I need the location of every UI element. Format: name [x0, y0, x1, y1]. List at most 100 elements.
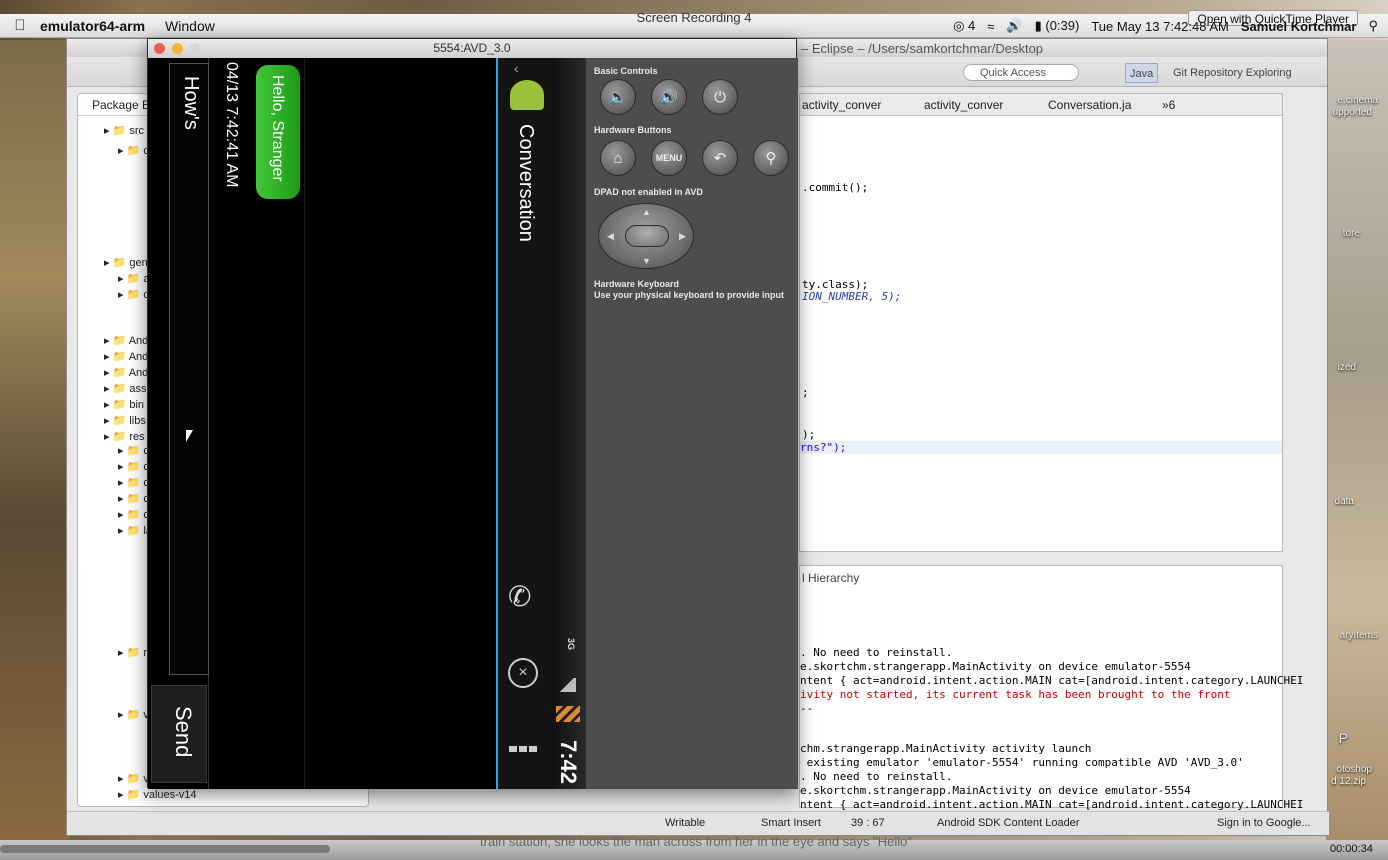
overflow-menu-icon[interactable] [509, 746, 537, 752]
back-button[interactable]: ↶ [702, 140, 738, 176]
status-clock: 7:42 [556, 740, 581, 785]
console-tab-title[interactable]: l Hierarchy [802, 571, 859, 585]
divider [304, 58, 305, 789]
editor-tab[interactable]: activity_conver [802, 98, 881, 112]
code-line[interactable]: .commit(); [802, 181, 868, 194]
quick-access-input[interactable]: Quick Access [963, 64, 1079, 81]
dpad-label: DPAD not enabled in AVD [594, 187, 703, 197]
console-line: ntent { act=android.intent.action.MAIN c… [800, 798, 1304, 811]
desktop-icon-label[interactable]: otoshop [1336, 764, 1372, 775]
perspective-git-button[interactable]: Git Repository Exploring [1173, 63, 1292, 83]
console-line: . No need to reinstall. [800, 770, 953, 783]
code-line[interactable]: ); [802, 428, 815, 441]
emulator-title-bar: 5554:AVD_3.0 [148, 39, 796, 58]
editor-tab[interactable]: Conversation.ja [1048, 98, 1131, 112]
tree-item[interactable]: ▸ 📁 v [118, 772, 149, 785]
android-screen: 7:42 3G ‹ Conversation ✆ × Hello, Strang… [148, 58, 586, 789]
code-line-current[interactable]: rns?"); [800, 441, 1282, 454]
clear-target-icon[interactable]: × [508, 658, 538, 688]
editor-tab[interactable]: activity_conver [924, 98, 1003, 112]
tree-item[interactable]: ▸ 📁 d [118, 508, 149, 521]
message-text: Hello, Stranger [269, 75, 286, 182]
desktop-icon-label[interactable]: tore [1343, 228, 1360, 239]
desktop-icon-label[interactable]: upported [1333, 107, 1372, 118]
wifi-icon[interactable]: ≈ [987, 19, 994, 34]
code-line[interactable]: ION_NUMBER, 5); [802, 290, 901, 303]
tree-item[interactable]: ▸ 📁 res [104, 430, 145, 443]
more-tabs-button[interactable]: »6 [1162, 98, 1175, 112]
dpad-center-button[interactable] [625, 225, 669, 247]
tree-item[interactable]: ▸ 📁 src [104, 124, 144, 137]
tree-item[interactable]: ▸ 📁 v [118, 708, 149, 721]
mouse-cursor-icon [186, 430, 193, 442]
message-bubble[interactable]: Hello, Stranger [256, 65, 300, 199]
battery-icon [556, 706, 580, 722]
hardware-buttons-label: Hardware Buttons [594, 125, 672, 135]
tree-item[interactable]: ▸ 📁 libs [104, 414, 146, 427]
notification-badge-icon[interactable]: ◎ 4 [953, 18, 975, 34]
message-timestamp: 04/13 7:42:41 AM [223, 62, 240, 188]
tree-item[interactable]: ▸ 📁 bin [104, 398, 144, 411]
menu-button[interactable]: MENU [651, 140, 687, 176]
desktop-icon-label[interactable]: P [1339, 730, 1348, 746]
emulator-controls-panel: Basic Controls 🔈 🔊 ⏻ Hardware Buttons ⌂ … [586, 58, 798, 789]
hardware-keyboard-hint: Use your physical keyboard to provide in… [594, 290, 785, 300]
android-app-icon[interactable] [510, 80, 544, 110]
tree-item[interactable]: ▸ 📁 a [118, 272, 149, 285]
volume-down-button[interactable]: 🔈 [600, 79, 636, 115]
tree-item[interactable]: ▸ 📁 And [104, 366, 148, 379]
power-button[interactable]: ⏻ [702, 79, 738, 115]
android-status-bar: 7:42 3G [552, 58, 586, 789]
video-progress-bar[interactable] [0, 845, 330, 853]
tree-item[interactable]: ▸ 📁 c [118, 144, 149, 157]
tree-item[interactable]: ▸ 📁 d [118, 460, 149, 473]
search-button[interactable]: ⚲ [753, 140, 789, 176]
home-button[interactable]: ⌂ [600, 140, 636, 176]
dpad-control[interactable]: ▲ ▼ ◀ ▶ [598, 203, 694, 269]
datetime[interactable]: Tue May 13 7:42:48 AM [1091, 19, 1229, 34]
dpad-up-icon[interactable]: ▲ [642, 207, 651, 217]
volume-icon[interactable]: 🔊 [1006, 18, 1022, 34]
send-button[interactable]: Send [151, 685, 207, 783]
tree-item[interactable]: ▸ 📁 And [104, 350, 148, 363]
desktop-icon-label[interactable]: e.cinema [1337, 95, 1378, 106]
zoom-window-button[interactable] [190, 43, 201, 54]
tree-item[interactable]: ▸ 📁 c [118, 288, 149, 301]
sign-in-google-link[interactable]: Sign in to Google... [1217, 817, 1311, 829]
perspective-java-button[interactable]: Java [1125, 63, 1159, 83]
desktop-icon-label[interactable]: aryItems [1340, 630, 1378, 641]
spotlight-search-icon[interactable]: ⚲ [1368, 18, 1378, 34]
minimize-window-button[interactable] [172, 43, 183, 54]
message-input[interactable]: How's [169, 63, 209, 675]
up-chevron-icon[interactable]: ‹ [514, 60, 519, 76]
dpad-left-icon[interactable]: ◀ [607, 231, 614, 242]
status-insert-mode: Smart Insert [761, 817, 821, 829]
close-window-button[interactable] [154, 43, 165, 54]
code-line[interactable]: ; [802, 386, 809, 399]
console-line: e.skortchm.strangerapp.MainActivity on d… [800, 784, 1191, 797]
hang-up-call-icon[interactable]: ✆ [508, 580, 531, 613]
battery-status[interactable]: ▮ (0:39) [1035, 18, 1080, 34]
tree-item[interactable]: ▸ 📁 d [118, 492, 149, 505]
desktop-icon-label[interactable]: ized [1338, 362, 1356, 373]
tree-item[interactable]: ▸ 📁 d [118, 476, 149, 489]
emulator-window: 5554:AVD_3.0 7:42 3G ‹ Conversation ✆ × … [147, 38, 798, 789]
message-input-text: How's [180, 76, 202, 130]
tree-item[interactable]: ▸ 📁 asse [104, 382, 153, 395]
video-caption: train station, she looks the man across … [480, 834, 912, 849]
tree-item[interactable]: ▸ 📁 d [118, 444, 149, 457]
console-line: existing emulator 'emulator-5554' runnin… [800, 756, 1244, 769]
signal-icon [558, 678, 576, 692]
tree-item[interactable]: ▸ 📁 gen [104, 256, 148, 269]
volume-up-button[interactable]: 🔊 [651, 79, 687, 115]
desktop-icon-label[interactable]: data [1335, 496, 1354, 507]
username[interactable]: Samuel Kortchmar [1241, 19, 1357, 34]
tree-item[interactable]: ▸ 📁 And [104, 334, 148, 347]
dpad-right-icon[interactable]: ▶ [679, 231, 686, 242]
console-line: ntent { act=android.intent.action.MAIN c… [800, 674, 1304, 687]
dpad-down-icon[interactable]: ▼ [642, 256, 651, 266]
tree-item[interactable]: ▸ 📁 values-v14 [118, 788, 197, 801]
desktop-icon-label[interactable]: d 12.zip [1331, 776, 1366, 787]
console-line: . No need to reinstall. [800, 646, 953, 659]
editor-tabs: activity_conver activity_conver Conversa… [800, 94, 1282, 116]
